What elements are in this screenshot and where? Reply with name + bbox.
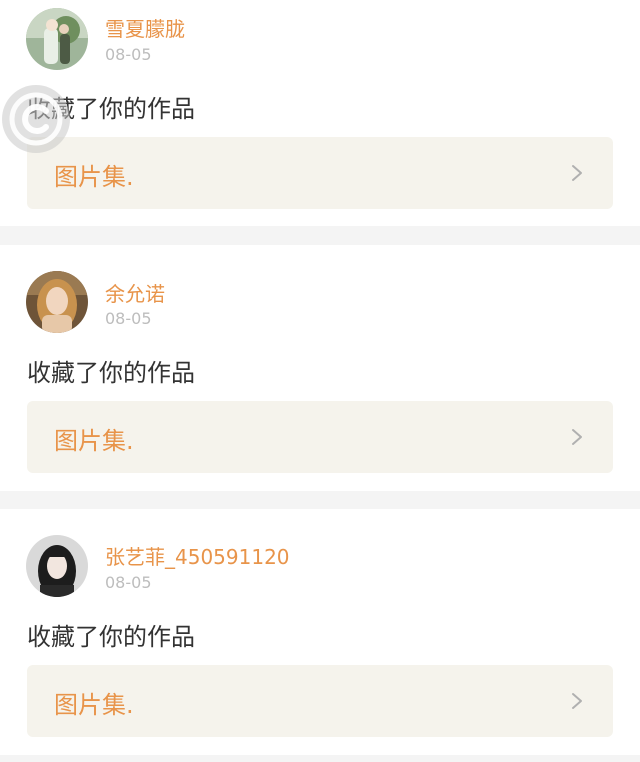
- chevron-right-icon: [572, 165, 582, 181]
- notification-card: 余允诺 08-05 收藏了你的作品 图片集.: [0, 245, 640, 491]
- username[interactable]: 张艺菲_450591120: [105, 541, 290, 570]
- work-link[interactable]: 图片集.: [27, 401, 613, 473]
- avatar[interactable]: [26, 271, 88, 333]
- work-link[interactable]: 图片集.: [27, 665, 613, 737]
- notification-feed: 雪夏朦胧 08-05 收藏了你的作品 图片集. 余允诺 08-05 收藏了你的作…: [0, 0, 640, 762]
- avatar[interactable]: [26, 8, 88, 70]
- username[interactable]: 余允诺: [105, 278, 165, 307]
- work-title: 图片集.: [54, 427, 134, 455]
- avatar-photo-icon: [26, 271, 88, 333]
- avatar[interactable]: [26, 535, 88, 597]
- notification-card: 雪夏朦胧 08-05 收藏了你的作品 图片集.: [0, 0, 640, 226]
- work-title: 图片集.: [54, 691, 134, 719]
- timestamp: 08-05: [105, 309, 152, 328]
- username[interactable]: 雪夏朦胧: [105, 13, 185, 42]
- avatar-photo-icon: [26, 8, 88, 70]
- timestamp: 08-05: [105, 45, 152, 64]
- action-text: 收藏了你的作品: [27, 623, 195, 651]
- work-title: 图片集.: [54, 163, 134, 191]
- work-link[interactable]: 图片集.: [27, 137, 613, 209]
- timestamp: 08-05: [105, 573, 152, 592]
- avatar-photo-icon: [26, 535, 88, 597]
- action-text: 收藏了你的作品: [27, 359, 195, 387]
- chevron-right-icon: [572, 429, 582, 445]
- notification-card: 张艺菲_450591120 08-05 收藏了你的作品 图片集.: [0, 509, 640, 755]
- watermark-logo-icon: [2, 85, 70, 153]
- chevron-right-icon: [572, 693, 582, 709]
